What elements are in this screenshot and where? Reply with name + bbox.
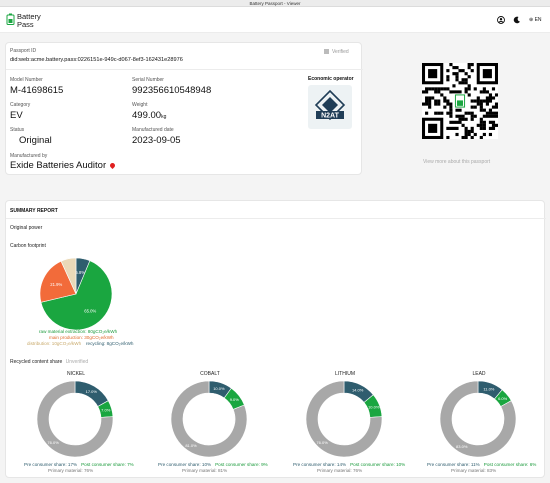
donut-value-label: 10.0% (213, 386, 225, 391)
manufacturer-label: Manufactured by (10, 153, 48, 159)
share-legend: Pre consumer share: 10% Post consumer sha… (158, 462, 268, 467)
post-consumer-share: Post consumer share: 7% (81, 462, 134, 467)
recycled-content-title: Recycled content share (10, 359, 63, 365)
carbon-footprint-chart: 5.8% 65.0% 21.9% (39, 257, 113, 331)
donut-value-label: 10.0% (368, 405, 380, 410)
share-legend: Pre consumer share: 17% Post consumer sha… (24, 462, 134, 467)
window-titlebar: Battery Passport - Viewer (0, 0, 550, 7)
weight-label: Weight (132, 102, 148, 108)
status-label: Status (10, 127, 25, 133)
category-value: EV (10, 110, 23, 121)
serial-value: 992356610548948 (132, 85, 212, 96)
passport-qr-code[interactable] (422, 63, 499, 140)
pie-value-label: 65.0% (84, 308, 96, 313)
qr-code-icon (422, 63, 499, 140)
material-title: NICKEL (66, 371, 86, 377)
donut-value-label: 81.0% (185, 443, 197, 448)
pre-consumer-share: Pre consumer share: 17% (24, 462, 78, 467)
donut-value-label: 11.0% (483, 386, 494, 391)
passport-id-label: Passport ID (10, 48, 37, 54)
weight-unit: kg (161, 114, 167, 120)
app-logo[interactable]: Battery Pass (6, 13, 41, 28)
verified-label: Verified (332, 49, 349, 55)
manufacturer-value[interactable]: Exide Batteries Auditor (10, 160, 117, 171)
pre-consumer-share: Pre consumer share: 11% (427, 462, 480, 467)
pie-value-label: 5.8% (76, 270, 86, 275)
carbon-footprint-label: Carbon footprint (10, 243, 46, 249)
share-legend: Pre consumer share: 11% Post consumer sha… (427, 462, 536, 467)
primary-material-share: Primary material: 83% (451, 468, 497, 473)
material-title: COBALT (200, 371, 220, 377)
moon-icon[interactable] (513, 16, 521, 26)
summary-title: SUMMARY REPORT (10, 208, 58, 214)
user-icon[interactable] (497, 16, 505, 26)
donut-chart-nickel: NICKEL 17.0% 7.0% 76.0% Pre consumer share: … (24, 369, 134, 479)
primary-material-share: Primary material: 81% (182, 468, 228, 473)
economic-operator-label: Economic operator (308, 76, 354, 82)
material-title: LEAD (472, 371, 486, 377)
view-more-link[interactable]: View more about this passport (423, 159, 490, 165)
manufactured-date-label: Manufactured date (132, 127, 174, 133)
donut-svg: 17.0% 7.0% 76.0% (36, 380, 114, 458)
weight-field: 499.00kg (132, 110, 166, 121)
legend-recycling: recycling: 8gCO₂e/kWh (86, 341, 134, 346)
primary-material-share: Primary material: 76% (48, 468, 94, 473)
logo-line-2: Pass (17, 19, 34, 29)
donut-chart-lead: LEAD 11.0% 6.0% 83.0% Pre consumer share: 11… (427, 369, 536, 479)
material-title: LITHIUM (335, 371, 355, 377)
unverified-label: Unverified (65, 359, 89, 365)
card-divider (6, 69, 363, 70)
donut-value-label: 76.0% (47, 440, 59, 445)
verified-icon (324, 49, 329, 55)
share-legend: Pre consumer share: 14% Post consumer sha… (293, 462, 405, 467)
post-consumer-share: Post consumer share: 9% (215, 462, 268, 467)
donut-value-label: 83.0% (456, 444, 468, 449)
summary-card: SUMMARY REPORT Original power Carbon foo… (5, 200, 546, 479)
primary-material-share: Primary material: 76% (317, 468, 363, 473)
donut-value-label: 76.0% (316, 440, 328, 445)
operator-logo-text: N2AT (321, 113, 339, 120)
window-title: Battery Passport - Viewer (249, 1, 301, 6)
model-label: Model Number (10, 77, 43, 83)
weight-value: 499.00 (132, 110, 162, 121)
manufactured-date-value: 2023-09-05 (132, 135, 181, 146)
manufacturer-name: Exide Batteries Auditor (10, 160, 107, 171)
category-label: Category (10, 102, 31, 108)
serial-label: Serial Number (132, 77, 164, 83)
passport-card: Passport ID did:web:acme.battery.pass:02… (5, 42, 363, 175)
economic-operator-logo: N2AT (308, 85, 352, 129)
donut-chart-cobalt: COBALT 10.0% 9.0% 81.0% Pre consumer share: … (158, 369, 268, 479)
donut-svg: 11.0% 6.0% 83.0% (439, 380, 517, 458)
donut-value-label: 14.0% (352, 388, 364, 393)
summary-divider (6, 218, 546, 219)
original-power-label: Original power (10, 225, 43, 231)
post-consumer-share: Post consumer share: 10% (350, 462, 406, 467)
operator-logo-mark: N2AT (314, 89, 346, 121)
donut-svg: 14.0% 10.0% 76.0% (305, 380, 383, 458)
model-value: M-41698615 (10, 85, 64, 96)
status-value: Original (19, 135, 52, 146)
legend-distribution: distribution: 10gCO₂e/kWh (27, 341, 82, 346)
post-consumer-share: Post consumer share: 6% (483, 462, 537, 467)
globe-icon: ⊕ (529, 17, 534, 23)
legend-main-production: main production: 30gCO₂e/kWh (49, 335, 114, 340)
donut-chart-lithium: LITHIUM 14.0% 10.0% 76.0% Pre consumer share… (293, 369, 405, 479)
donut-value-label: 6.0% (498, 396, 508, 401)
verified-badge: Verified (324, 49, 349, 55)
donut-value-label: 9.0% (230, 397, 240, 402)
app-header: Battery Pass ⊕ EN (0, 7, 550, 33)
passport-id-value: did:web:acme.battery.pass:0226151e-949c-… (10, 57, 183, 63)
battery-logo-icon (6, 13, 15, 25)
donut-svg: 10.0% 9.0% 81.0% (170, 380, 248, 458)
pre-consumer-share: Pre consumer share: 14% (293, 462, 347, 467)
location-pin-icon (109, 161, 117, 170)
legend-raw-material: raw material extraction: 80gCO₂e/kWh (39, 329, 118, 334)
language-selector[interactable]: ⊕ EN (529, 17, 542, 23)
pre-consumer-share: Pre consumer share: 10% (158, 462, 212, 467)
donut-value-label: 17.0% (86, 389, 98, 394)
recycled-content-label: Recycled content share Unverified (10, 359, 88, 365)
pie-value-label: 21.9% (50, 282, 62, 287)
donut-value-label: 7.0% (101, 408, 111, 413)
language-label: EN (534, 17, 542, 23)
